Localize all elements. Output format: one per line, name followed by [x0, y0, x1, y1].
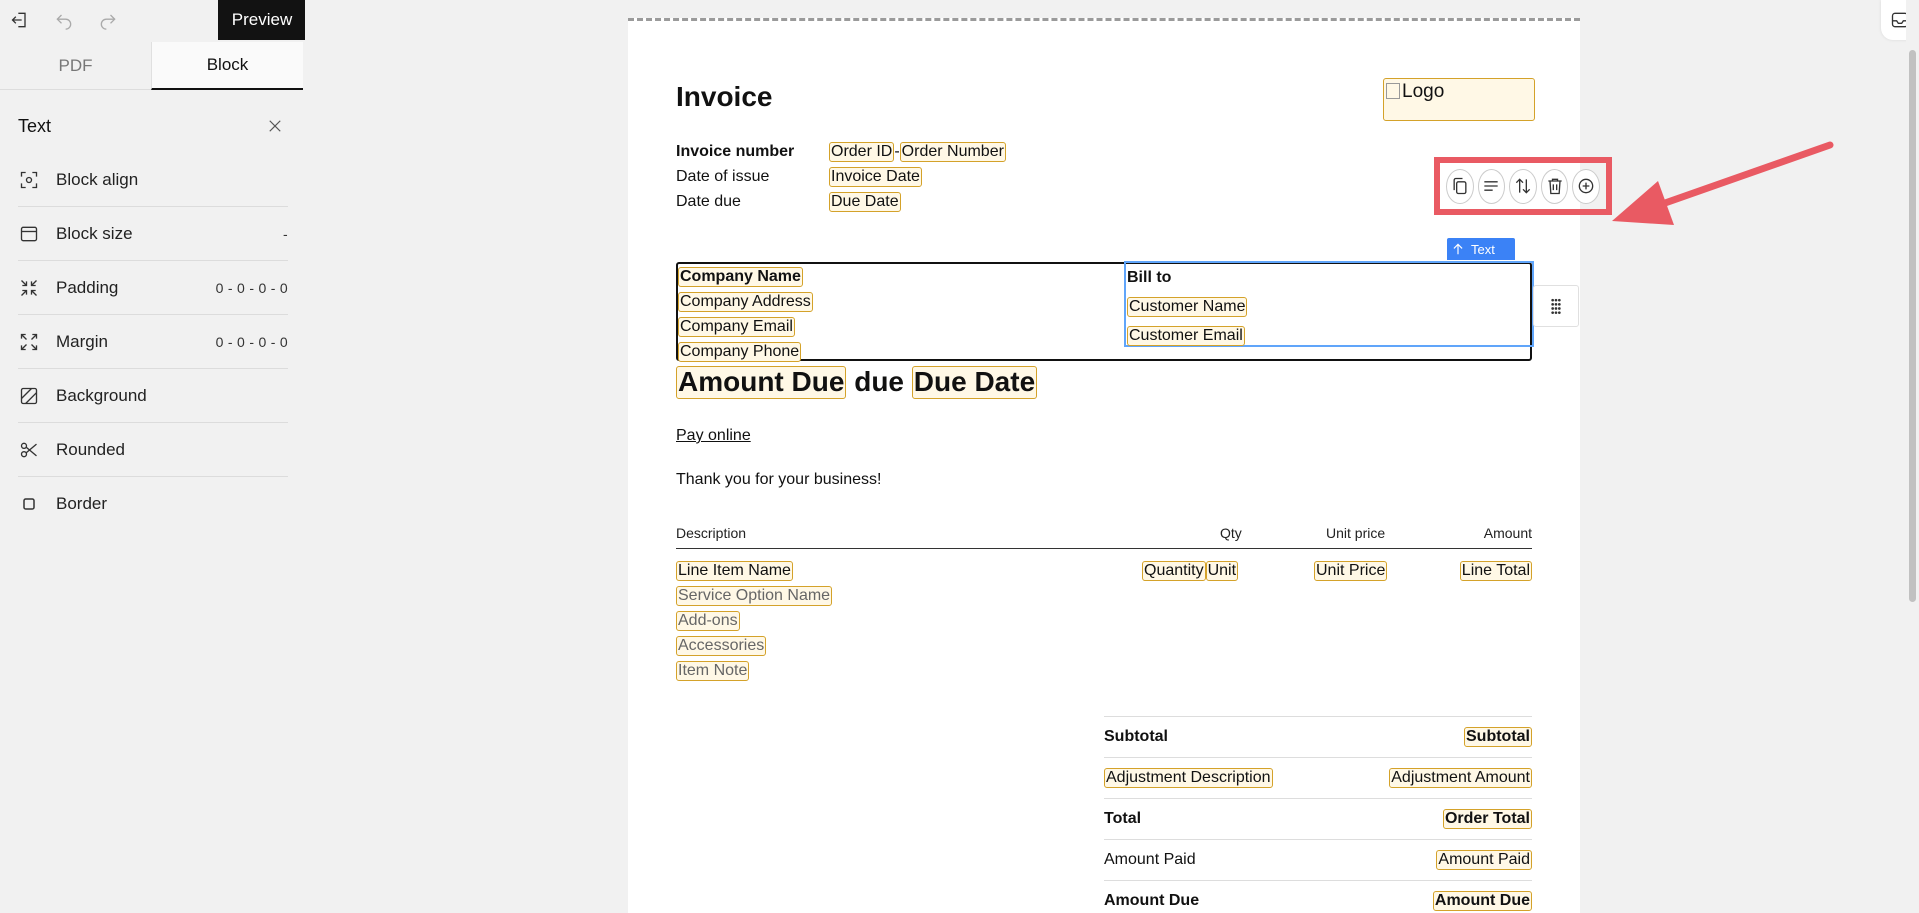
thanks-text[interactable]: Thank you for your business!	[676, 471, 881, 489]
token-order-number[interactable]: Order Number	[899, 142, 1006, 163]
token-amount-due-total[interactable]: Amount Due	[1432, 890, 1532, 912]
token-amount-paid[interactable]: Amount Paid	[1436, 849, 1532, 871]
token-subtotal[interactable]: Subtotal	[1464, 726, 1532, 748]
token-company-phone[interactable]: Company Phone	[678, 342, 802, 363]
token-line-total[interactable]: Line Total	[1459, 561, 1532, 582]
property-list: Block align Block size - Padding 0 - 0 -…	[18, 153, 288, 531]
token-accessories[interactable]: Accessories	[676, 636, 767, 657]
trash-icon[interactable]	[1540, 168, 1569, 204]
panel-header: Text	[18, 112, 288, 140]
annotation-arrow	[1612, 141, 1834, 225]
sidebar: Preview PDF Block Text Block align Block…	[0, 0, 306, 913]
logo-placeholder[interactable]: Logo	[1383, 78, 1535, 121]
drag-handle-icon[interactable]	[1533, 285, 1579, 327]
border-icon	[18, 493, 40, 515]
prop-rounded[interactable]: Rounded	[18, 423, 288, 477]
token-company-name[interactable]: Company Name	[678, 267, 803, 288]
token-adjustment-description[interactable]: Adjustment Description	[1104, 767, 1273, 789]
token-order-id[interactable]: Order ID	[829, 142, 895, 163]
token-addons[interactable]: Add-ons	[676, 611, 740, 632]
redo-icon[interactable]	[96, 8, 120, 32]
duplicate-icon[interactable]	[1446, 168, 1474, 204]
broken-image-icon	[1386, 83, 1400, 99]
panel-title: Text	[18, 115, 52, 136]
padding-icon	[18, 277, 40, 299]
prop-background[interactable]: Background	[18, 369, 288, 423]
token-service-option[interactable]: Service Option Name	[676, 586, 833, 607]
vertical-scrollbar[interactable]	[1906, 0, 1919, 913]
token-line-item-name[interactable]: Line Item Name	[676, 561, 793, 582]
prop-border[interactable]: Border	[18, 477, 288, 531]
token-invoice-date[interactable]: Invoice Date	[829, 167, 922, 188]
add-icon[interactable]	[1572, 168, 1600, 204]
date-of-issue-row[interactable]: Date of issue Invoice Date	[676, 167, 922, 188]
align-text-icon[interactable]	[1477, 168, 1506, 204]
margin-icon	[18, 331, 40, 353]
scrollbar-thumb[interactable]	[1909, 50, 1916, 602]
company-column: Company Name Company Address Company Ema…	[678, 264, 813, 364]
prop-block-size[interactable]: Block size -	[18, 207, 288, 261]
token-company-email[interactable]: Company Email	[678, 317, 795, 338]
prop-padding[interactable]: Padding 0 - 0 - 0 - 0	[18, 261, 288, 315]
token-due-date-heading[interactable]: Due Date	[911, 366, 1038, 399]
bill-to-block[interactable]: Bill to Customer Name Customer Email	[1124, 261, 1534, 347]
close-icon[interactable]	[262, 113, 288, 139]
token-adjustment-amount[interactable]: Adjustment Amount	[1389, 767, 1532, 789]
bill-to-title: Bill to	[1127, 269, 1172, 286]
token-amount-due[interactable]: Amount Due	[676, 366, 847, 399]
token-quantity[interactable]: Quantity	[1142, 561, 1206, 582]
editor-canvas: Invoice Logo Invoice number Order ID - Orde…	[305, 0, 1901, 913]
top-toolbar: Preview	[0, 0, 306, 40]
item-detail-row[interactable]: Accessories	[676, 636, 1532, 657]
totals-table: Subtotal Subtotal Adjustment Description A…	[1104, 716, 1532, 913]
token-customer-email[interactable]: Customer Email	[1127, 326, 1245, 347]
line-item-row[interactable]: Line Item Name Quantity Unit Unit Price L…	[676, 561, 1532, 582]
amount-paid-row[interactable]: Amount Paid Amount Paid	[1104, 839, 1532, 880]
item-detail-row[interactable]: Add-ons	[676, 611, 1532, 632]
undo-icon[interactable]	[52, 8, 76, 32]
prop-margin[interactable]: Margin 0 - 0 - 0 - 0	[18, 315, 288, 369]
scissors-icon	[18, 439, 40, 461]
subtotal-row[interactable]: Subtotal Subtotal	[1104, 716, 1532, 757]
exit-icon[interactable]	[8, 8, 32, 32]
panel-tabs: PDF Block	[0, 42, 303, 90]
block-align-icon	[18, 169, 40, 191]
move-icon[interactable]	[1509, 168, 1537, 204]
pay-online-link[interactable]: Pay online	[676, 427, 751, 445]
invoice-number-row[interactable]: Invoice number Order ID - Order Number	[676, 142, 1006, 163]
tab-pdf[interactable]: PDF	[0, 42, 151, 90]
token-due-date[interactable]: Due Date	[829, 192, 901, 213]
item-detail-row[interactable]: Service Option Name	[676, 586, 1532, 607]
token-customer-name[interactable]: Customer Name	[1127, 297, 1248, 318]
token-unit-price[interactable]: Unit Price	[1314, 561, 1388, 582]
block-type-badge[interactable]: Text	[1447, 238, 1515, 260]
company-block[interactable]: Company Name Company Address Company Ema…	[676, 261, 1534, 364]
block-toolbar	[1446, 168, 1600, 204]
prop-block-align[interactable]: Block align	[18, 153, 288, 207]
block-size-icon	[18, 223, 40, 245]
invoice-title[interactable]: Invoice	[676, 81, 772, 113]
adjustment-row[interactable]: Adjustment Description Adjustment Amount	[1104, 757, 1532, 798]
invoice-page: Invoice Logo Invoice number Order ID - Orde…	[628, 18, 1834, 913]
preview-button[interactable]: Preview	[218, 0, 306, 40]
arrow-up-icon	[1453, 243, 1463, 255]
background-icon	[18, 385, 40, 407]
amount-due-heading[interactable]: Amount Due due Due Date	[676, 366, 1038, 399]
token-company-address[interactable]: Company Address	[678, 292, 813, 313]
item-detail-row[interactable]: Item Note	[676, 661, 1532, 682]
tab-block[interactable]: Block	[151, 42, 303, 90]
items-table-header: Description Qty Unit price Amount	[676, 523, 1532, 549]
date-due-row[interactable]: Date due Due Date	[676, 192, 901, 213]
token-unit[interactable]: Unit	[1205, 561, 1239, 582]
token-item-note[interactable]: Item Note	[676, 661, 750, 682]
amount-due-row[interactable]: Amount Due Amount Due	[1104, 880, 1532, 913]
total-row[interactable]: Total Order Total	[1104, 798, 1532, 839]
token-order-total[interactable]: Order Total	[1442, 808, 1532, 830]
